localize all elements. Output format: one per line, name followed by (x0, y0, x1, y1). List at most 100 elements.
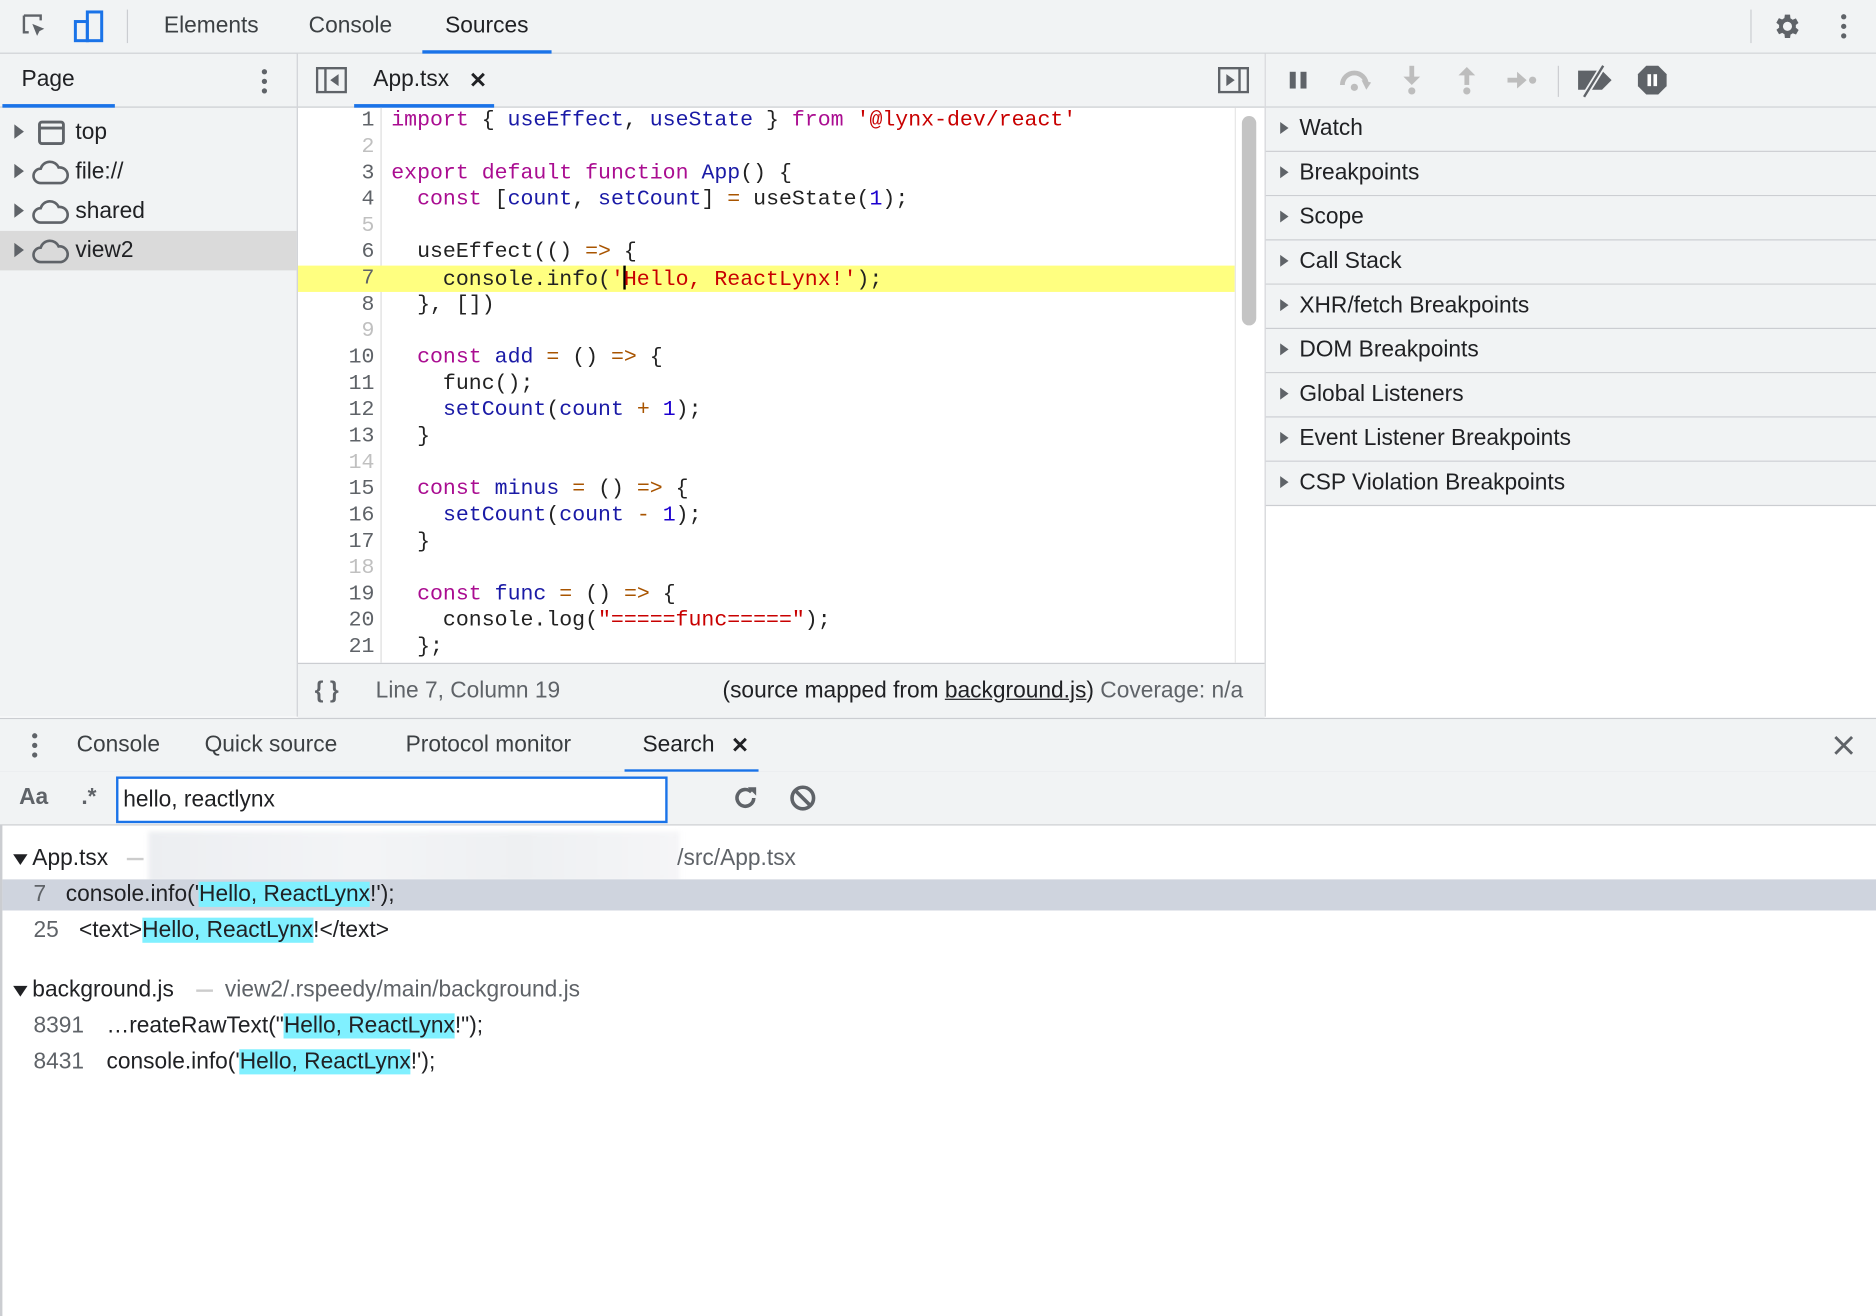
line-number[interactable]: 17 (298, 529, 375, 555)
line-number[interactable]: 12 (298, 397, 375, 423)
more-options-icon[interactable] (1837, 12, 1851, 41)
line-number[interactable]: 14 (298, 450, 375, 476)
code-line[interactable]: 18 (298, 555, 1235, 581)
code-line[interactable]: 1 import { useEffect, useState } from '@l… (298, 108, 1235, 134)
line-number[interactable]: 11 (298, 371, 375, 397)
pretty-print-icon[interactable]: { } (315, 664, 339, 718)
close-tab-icon[interactable]: ✕ (469, 54, 487, 107)
section-breakpoints[interactable]: Breakpoints (1265, 151, 1876, 197)
tab-elements[interactable]: Elements (164, 0, 259, 53)
code-area[interactable]: 1 import { useEffect, useState } from '@l… (297, 107, 1265, 663)
code-line[interactable]: 21 }; (298, 634, 1235, 660)
expand-arrow-icon[interactable] (14, 124, 24, 139)
code-line[interactable]: 3 export default function App() { (298, 160, 1235, 186)
code-line[interactable]: 10 const add = () => { (298, 345, 1235, 371)
code-line[interactable]: 12 setCount(count + 1); (298, 397, 1235, 423)
code-line[interactable]: 9 (298, 318, 1235, 344)
code-line[interactable]: 20 console.log("=====func====="); (298, 608, 1235, 634)
drawer-tab-console[interactable]: Console (77, 719, 160, 772)
line-number[interactable]: 9 (298, 318, 375, 344)
line-number[interactable]: 20 (298, 608, 375, 634)
code-line[interactable]: 11 func(); (298, 371, 1235, 397)
code-line[interactable]: 17 } (298, 529, 1235, 555)
inspect-element-icon[interactable] (20, 12, 49, 41)
tree-item-top[interactable]: top (0, 112, 297, 151)
device-toolbar-icon[interactable] (72, 10, 106, 44)
section-dom-breakpoints[interactable]: DOM Breakpoints (1265, 329, 1876, 374)
result-file-header[interactable]: App.tsx/src/App.tsx (2, 831, 1876, 882)
expand-arrow-icon[interactable] (14, 203, 24, 218)
drawer-more-icon[interactable] (28, 731, 42, 760)
code-line[interactable]: 6 useEffect(() => { (298, 239, 1235, 265)
tree-item-view2[interactable]: view2 (0, 230, 297, 271)
line-number[interactable]: 19 (298, 581, 375, 607)
editor-scrollbar[interactable] (1241, 116, 1257, 326)
line-number[interactable]: 10 (298, 345, 375, 371)
line-number[interactable]: 4 (298, 187, 375, 213)
match-case-toggle[interactable]: Aa (19, 772, 48, 825)
step-into-icon[interactable] (1400, 65, 1424, 96)
deactivate-breakpoints-icon[interactable] (1575, 63, 1616, 99)
tree-item-file[interactable]: file:// (0, 152, 297, 191)
close-search-tab-icon[interactable]: ✕ (731, 719, 749, 772)
search-result-row[interactable]: 8391 …reateRawText("Hello, ReactLynx!"); (2, 1011, 1876, 1042)
line-number[interactable]: 5 (298, 213, 375, 239)
step-out-icon[interactable] (1455, 65, 1479, 96)
line-number[interactable]: 21 (298, 634, 375, 660)
section-xhr-fetch-breakpoints[interactable]: XHR/fetch Breakpoints (1265, 284, 1876, 330)
line-number[interactable]: 16 (298, 503, 375, 529)
line-number[interactable]: 3 (298, 160, 375, 186)
source-map-link[interactable]: background.js (945, 678, 1087, 703)
settings-gear-icon[interactable] (1772, 11, 1803, 42)
toggle-debugger-icon[interactable] (1217, 67, 1250, 94)
code-line[interactable]: 5 (298, 213, 1235, 239)
navigator-more-icon[interactable] (257, 67, 271, 96)
line-number[interactable]: 15 (298, 476, 375, 502)
editor-tab-app-tsx[interactable]: App.tsx (373, 54, 449, 107)
section-watch[interactable]: Watch (1265, 107, 1876, 152)
collapse-arrow-icon[interactable] (13, 985, 28, 997)
section-global-listeners[interactable]: Global Listeners (1265, 373, 1876, 418)
section-call-stack[interactable]: Call Stack (1265, 240, 1876, 285)
pause-icon[interactable] (1287, 68, 1311, 92)
drawer-tab-search[interactable]: Search (642, 719, 714, 772)
drawer-tab-quick-source[interactable]: Quick source (205, 719, 338, 772)
toggle-navigator-icon[interactable] (315, 67, 347, 94)
search-result-row[interactable]: 8431 console.info('Hello, ReactLynx!'); (2, 1047, 1876, 1078)
code-line[interactable]: 4 const [count, setCount] = useState(1); (298, 187, 1235, 213)
line-number[interactable]: 8 (298, 292, 375, 318)
code-line[interactable]: 15 const minus = () => { (298, 476, 1235, 502)
regex-toggle[interactable]: .* (81, 772, 96, 825)
section-csp-violation-breakpoints[interactable]: CSP Violation Breakpoints (1265, 461, 1876, 507)
line-number[interactable]: 2 (298, 134, 375, 160)
step-over-icon[interactable] (1338, 66, 1374, 95)
tab-console[interactable]: Console (309, 0, 392, 53)
search-result-row[interactable]: 7 console.info('Hello, ReactLynx!'); (2, 879, 1876, 911)
code-line[interactable]: 19 const func = () => { (298, 581, 1235, 607)
expand-arrow-icon[interactable] (14, 242, 24, 258)
line-number[interactable]: 6 (298, 239, 375, 265)
line-number[interactable]: 18 (298, 555, 375, 581)
pause-on-exceptions-icon[interactable] (1637, 65, 1668, 96)
search-result-row[interactable]: 25 <text>Hello, ReactLynx!</text> (2, 915, 1876, 946)
expand-arrow-icon[interactable] (14, 163, 24, 179)
refresh-icon[interactable] (731, 784, 760, 813)
step-icon[interactable] (1505, 68, 1539, 92)
clear-search-icon[interactable] (788, 784, 817, 813)
code-line[interactable]: 14 (298, 450, 1235, 476)
code-line[interactable]: 13 } (298, 424, 1235, 450)
close-drawer-icon[interactable] (1832, 733, 1856, 757)
search-input[interactable] (116, 776, 668, 824)
line-number[interactable]: 7 (298, 266, 375, 292)
line-number[interactable]: 13 (298, 424, 375, 450)
line-number[interactable]: 1 (298, 108, 375, 134)
tab-page[interactable]: Page (22, 54, 75, 107)
drawer-tab-protocol-monitor[interactable]: Protocol monitor (406, 719, 572, 772)
section-event-listener-breakpoints[interactable]: Event Listener Breakpoints (1265, 417, 1876, 462)
section-scope[interactable]: Scope (1265, 196, 1876, 241)
code-line[interactable]: 7 console.info('Hello, ReactLynx!'); (297, 265, 1235, 292)
code-line[interactable]: 8 }, []) (298, 292, 1235, 318)
tree-item-shared[interactable]: shared (0, 191, 297, 230)
collapse-arrow-icon[interactable] (13, 854, 28, 866)
code-line[interactable]: 2 (298, 134, 1235, 160)
